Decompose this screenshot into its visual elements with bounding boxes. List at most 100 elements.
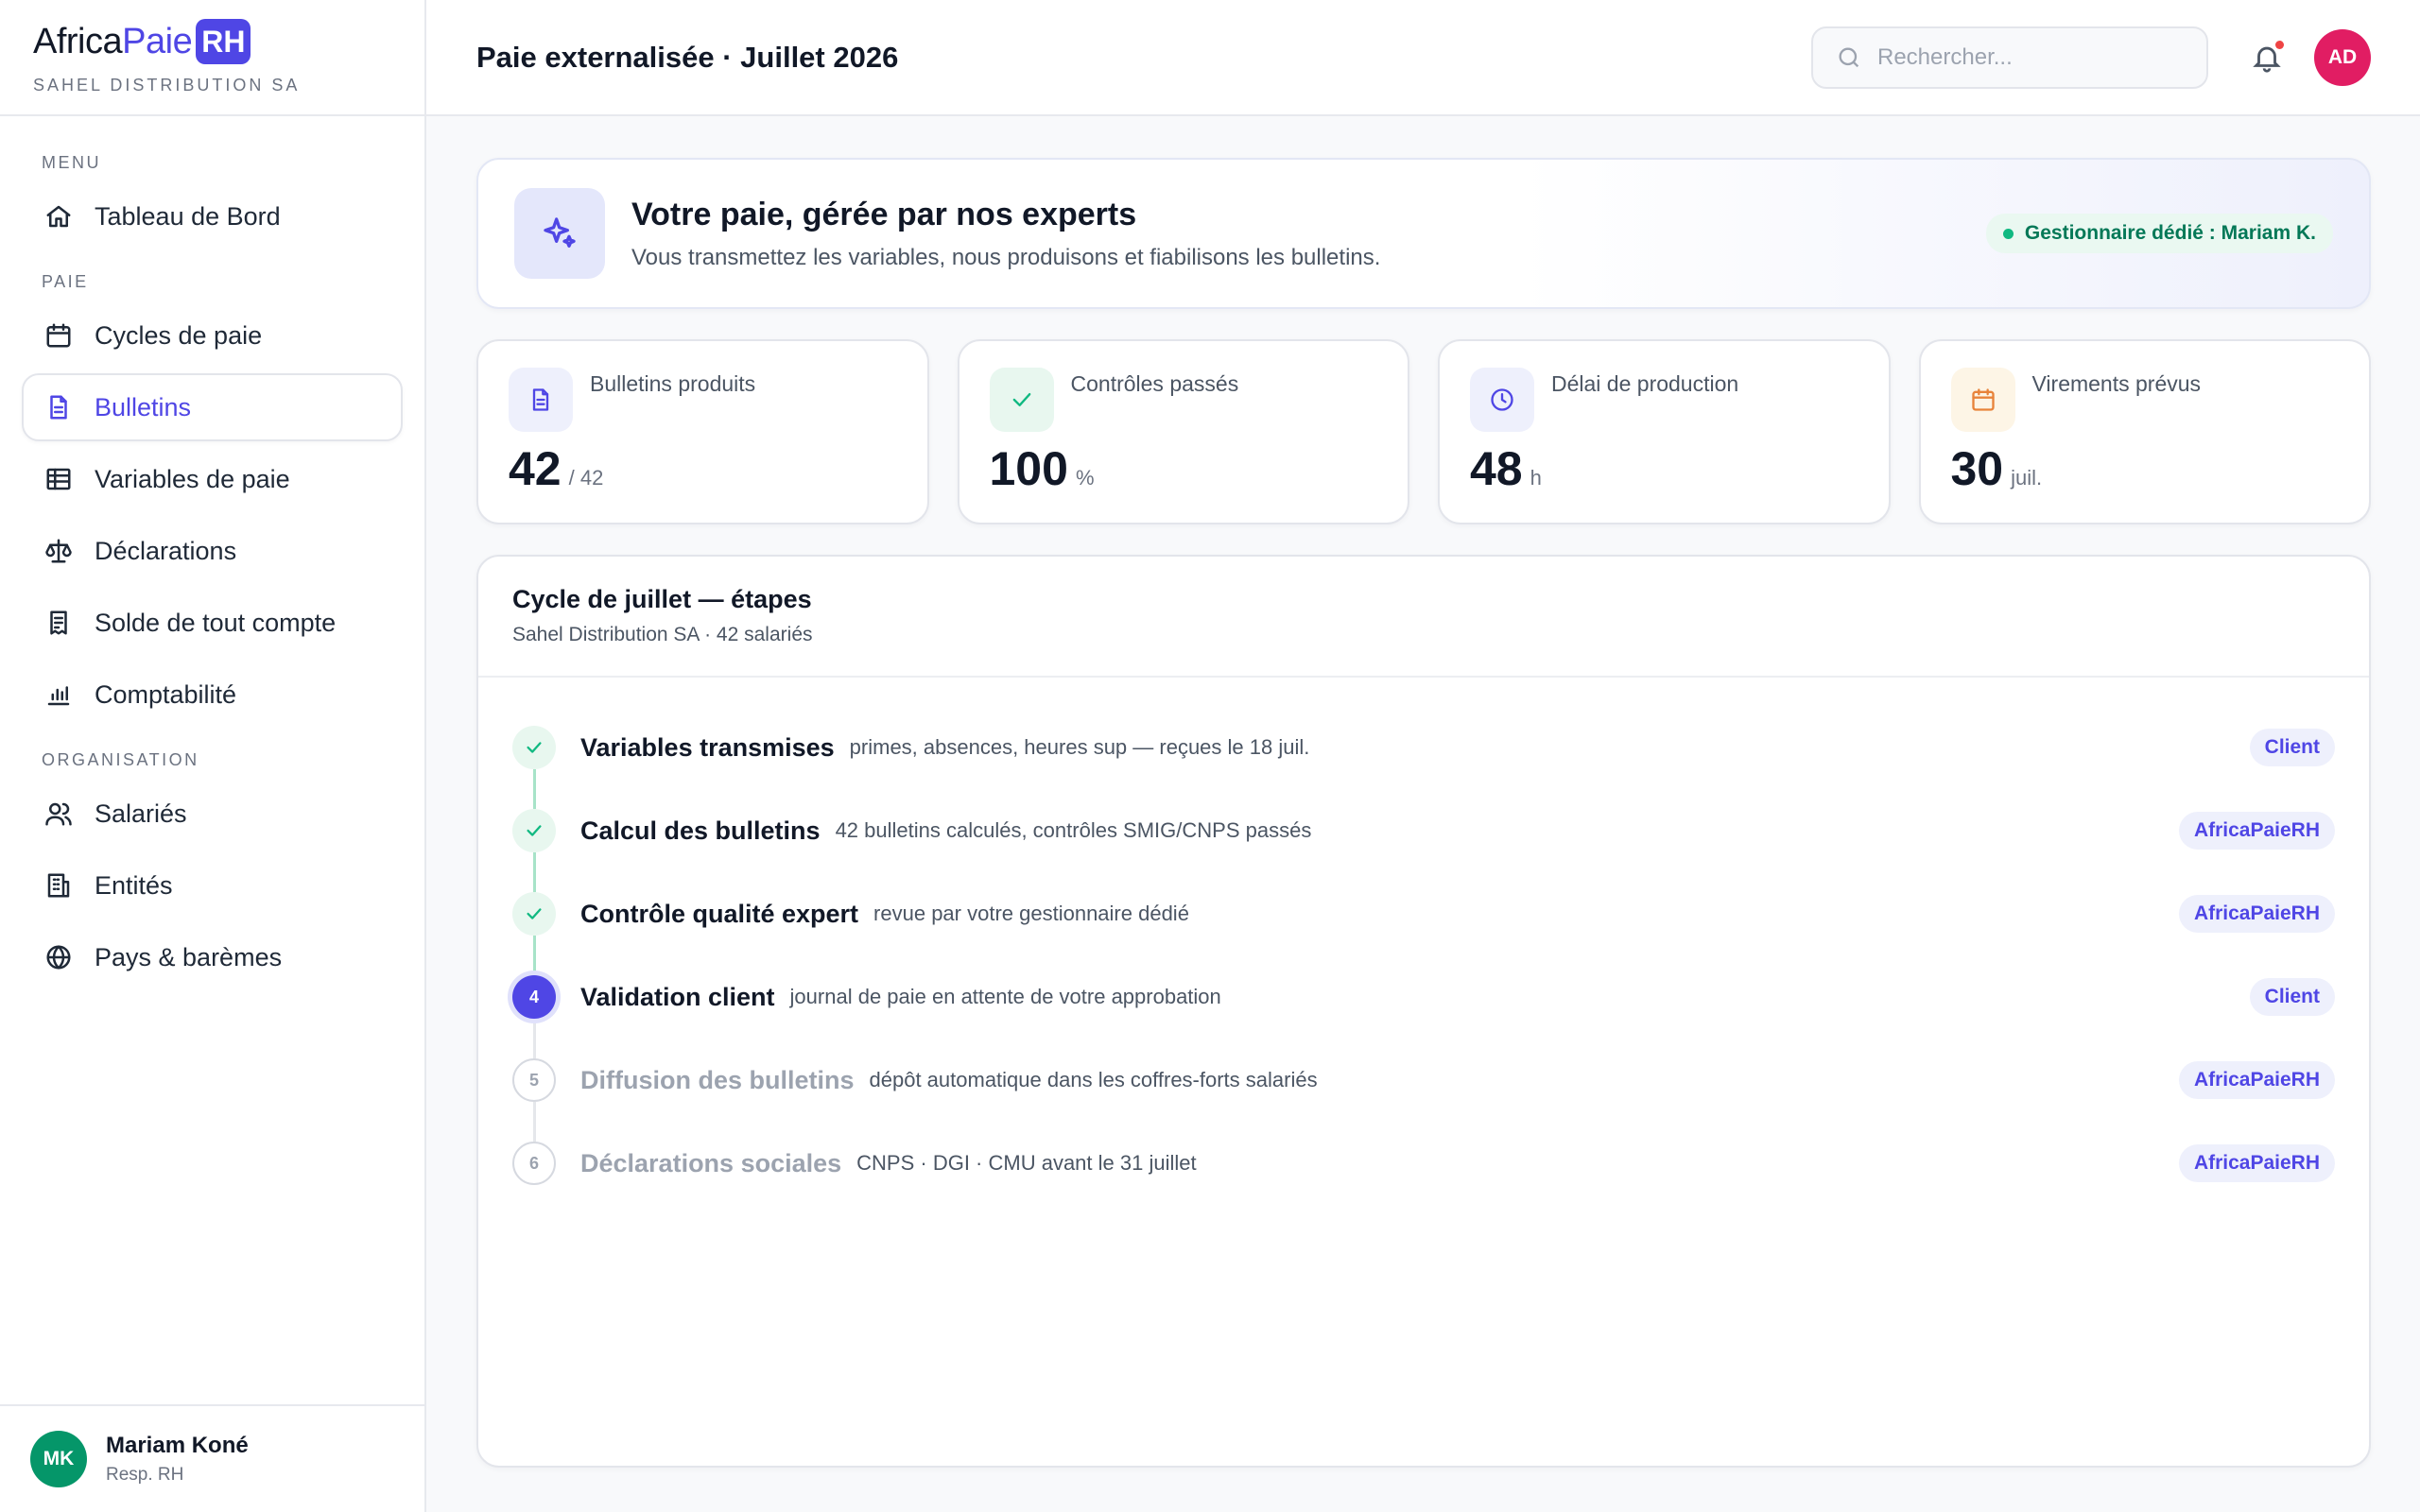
sidebar-item-label: Bulletins [95,392,192,421]
cycle-card: Cycle de juillet — étapes Sahel Distribu… [476,555,2371,1468]
stat-card-bulletins: Bulletins produits 42 / 42 [476,339,929,524]
stat-unit: % [1075,466,1095,490]
main-content: Votre paie, gérée par nos experts Vous t… [476,158,2371,1468]
stat-unit: juil. [2011,466,2043,490]
sparkles-icon [514,188,605,279]
step-item[interactable]: 4 Validation client journal de paie en a… [512,955,2335,1058]
step-connector [533,1019,536,1058]
step-number: 6 [512,1142,556,1185]
clock-icon [1470,368,1534,432]
stat-card-delai: Délai de production 48 h [1438,339,1891,524]
step-item[interactable]: Variables transmises primes, absences, h… [512,706,2335,809]
page-title: Paie externalisée · Juillet 2026 [476,40,899,74]
sidebar-item-pays-baremes[interactable]: Pays & barèmes [22,923,403,991]
stat-unit: h [1530,466,1542,490]
sidebar-item-tableau-de-bord[interactable]: Tableau de Bord [22,182,403,250]
nav-section-menu: MENU [42,153,101,172]
bar-chart-icon [43,679,74,710]
search-input[interactable] [1877,43,2189,71]
stat-label: Délai de production [1551,371,1739,396]
step-list: Variables transmises primes, absences, h… [478,678,2369,1205]
step-owner-badge: AfricaPaieRH [2178,812,2335,850]
step-name: Déclarations sociales [580,1148,842,1177]
status-dot [2002,228,2014,239]
stat-value: 48 [1470,442,1523,495]
search-icon [1839,47,1859,67]
step-name: Validation client [580,982,775,1011]
step-name: Calcul des bulletins [580,816,821,845]
stat-card-controles: Contrôles passés 100 % [957,339,1409,524]
step-name: Contrôle qualité expert [580,899,859,928]
sidebar-item-bulletins[interactable]: Bulletins [22,373,403,441]
receipt-icon [43,608,74,638]
nav-section-organisation: ORGANISATION [42,750,199,769]
step-connector [533,936,536,975]
step-item[interactable]: 5 Diffusion des bulletins dépôt automati… [512,1039,2335,1142]
calendar-icon [43,320,74,351]
user-role: Resp. RH [106,1465,184,1485]
sidebar-item-entites[interactable]: Entités [22,851,403,919]
home-icon [43,201,74,232]
sidebar-item-label: Solde de tout compte [95,608,337,637]
avatar: MK [30,1431,87,1487]
sidebar-item-variables-de-paie[interactable]: Variables de paie [22,445,403,513]
hero-title: Votre paie, gérée par nos experts [631,196,1137,232]
step-description: revue par votre gestionnaire dédié [873,902,1189,925]
table-icon [43,464,74,494]
account-avatar[interactable]: AD [2314,28,2371,86]
users-icon [43,799,74,829]
step-item[interactable]: Calcul des bulletins 42 bulletins calcul… [512,789,2335,892]
notifications-button[interactable] [2248,39,2286,77]
sidebar-item-salaries[interactable]: Salariés [22,780,403,848]
check-icon [512,809,556,852]
step-owner-badge: AfricaPaieRH [2178,1144,2335,1182]
stat-value: 30 [1950,442,2004,495]
sidebar-item-label: Comptabilité [95,679,237,709]
company-name: SAHEL DISTRIBUTION SA [33,76,301,94]
step-description: 42 bulletins calculés, contrôles SMIG/CN… [835,818,1312,842]
step-connector [533,852,536,892]
step-name: Diffusion des bulletins [580,1065,855,1094]
step-owner-badge: AfricaPaieRH [2178,1061,2335,1099]
manager-label: Gestionnaire dédié : Mariam K. [2024,222,2316,244]
nav-section-paie: PAIE [42,272,89,291]
hero-subtitle: Vous transmettez les variables, nous pro… [631,244,1381,270]
logo[interactable]: Africa Paie RH [33,17,424,66]
stat-label: Bulletins produits [590,371,756,396]
sidebar-item-cycles-de-paie[interactable]: Cycles de paie [22,301,403,369]
check-icon [989,368,1054,432]
step-number: 4 [512,975,556,1019]
sidebar-item-solde-de-tout-compte[interactable]: Solde de tout compte [22,589,403,657]
sidebar-item-label: Déclarations [95,536,237,565]
step-name: Variables transmises [580,732,835,762]
cycle-subtitle: Sahel Distribution SA · 42 salariés [512,624,813,645]
stat-unit: / 42 [568,466,604,490]
logo-rh: RH [196,19,251,64]
document-icon [509,368,573,432]
step-number: 5 [512,1058,556,1102]
notification-badge [2275,40,2284,49]
stat-label: Contrôles passés [1070,371,1239,396]
stat-label: Virements prévus [2031,371,2202,396]
step-item[interactable]: 6 Déclarations sociales CNPS · DGI · CMU… [512,1122,2335,1205]
scale-icon [43,536,74,566]
step-owner-badge: Client [2249,729,2335,766]
sidebar-item-label: Salariés [95,799,187,828]
check-icon [512,892,556,936]
hero-banner: Votre paie, gérée par nos experts Vous t… [476,158,2371,309]
sidebar-nav: MENU Tableau de Bord PAIE Cycles de paie… [0,116,424,991]
sidebar-item-declarations[interactable]: Déclarations [22,517,403,585]
step-item[interactable]: Contrôle qualité expert revue par votre … [512,872,2335,975]
cycle-title: Cycle de juillet — étapes [512,585,812,613]
sidebar-item-label: Entités [95,870,173,900]
step-connector [533,1102,536,1142]
document-icon [43,392,74,422]
sidebar-item-comptabilite[interactable]: Comptabilité [22,661,403,729]
step-connector [533,769,536,809]
step-description: journal de paie en attente de votre appr… [789,985,1221,1008]
logo-paie: Paie [122,21,193,61]
current-user[interactable]: MK Mariam Koné Resp. RH [0,1404,424,1512]
user-name: Mariam Koné [106,1433,249,1458]
step-description: primes, absences, heures sup — reçues le… [849,735,1310,759]
search-box[interactable] [1811,26,2208,89]
